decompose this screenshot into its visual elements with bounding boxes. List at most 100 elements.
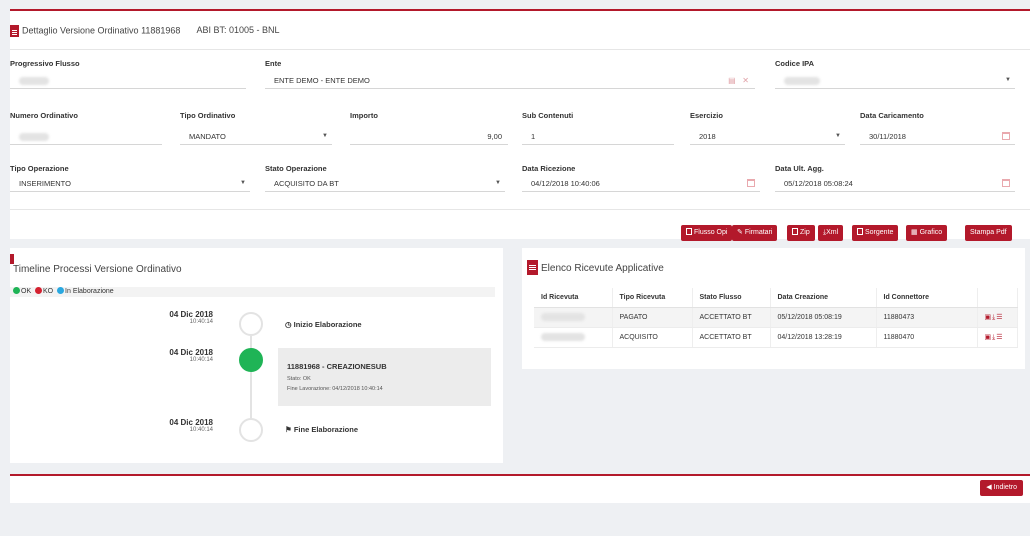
timeline-node-ok [239, 348, 263, 372]
numero-ordinativo-label: Numero Ordinativo [10, 111, 78, 120]
timeline-node [239, 312, 263, 336]
calendar-icon[interactable] [747, 179, 755, 187]
clear-icon[interactable]: ▤ ✕ [728, 72, 749, 89]
column-header: Id Ricevuta [534, 288, 613, 308]
stato-operazione-value: ACQUISITO DA BT [274, 179, 339, 188]
calendar-icon[interactable] [1002, 132, 1010, 140]
file-icon[interactable]: ▣ [985, 314, 993, 321]
tipo-ordinativo-label: Tipo Ordinativo [180, 111, 236, 120]
xml-button[interactable]: ⤓Xml [818, 225, 844, 241]
time-text: 10:40:14 [189, 427, 213, 433]
sub-contenuti-field[interactable]: 1 [522, 128, 674, 145]
data-ult-agg-value: 05/12/2018 05:08:24 [784, 179, 853, 188]
flag-icon: ⚑ [285, 425, 292, 434]
data-caricamento-field[interactable]: 30/11/2018 [860, 128, 1015, 145]
numero-ordinativo-field[interactable] [10, 128, 162, 145]
sub-contenuti-label: Sub Contenuti [522, 111, 574, 120]
timeline-step-box: 11881968 - CREAZIONESUB Stato: OK Fine L… [278, 348, 491, 406]
stampa-pdf-label: Stampa Pdf [970, 229, 1007, 236]
date-text: 04 Dic 2018 [169, 310, 213, 319]
grafico-button[interactable]: ▦ Grafico [906, 225, 948, 241]
zip-label: Zip [800, 229, 810, 236]
tipo-cell: ACQUISITO [612, 327, 693, 348]
list-icon[interactable]: ☰ [996, 334, 1003, 341]
column-header: Tipo Ricevuta [612, 288, 693, 308]
connettore-cell: 11880473 [876, 307, 978, 328]
connettore-cell: 11880470 [876, 327, 978, 348]
legend-ko: KO [43, 288, 54, 295]
timeline-title: Timeline Processi Versione Ordinativo [13, 264, 182, 275]
divider [10, 49, 1030, 50]
progressivo-flusso-field[interactable] [10, 72, 246, 89]
zip-button[interactable]: Zip [787, 225, 815, 241]
tipo-cell: PAGATO [612, 307, 693, 328]
stampa-pdf-button[interactable]: Stampa Pdf [965, 225, 1012, 241]
list-icon[interactable]: ☰ [996, 314, 1003, 321]
legend-ok: OK [21, 288, 32, 295]
back-button[interactable]: ◀ Indietro [980, 480, 1023, 496]
calendar-icon[interactable] [1002, 179, 1010, 187]
file-icon[interactable]: ▣ [985, 334, 993, 341]
step-end: Fine Lavorazione: 04/12/2018 10:40:14 [287, 386, 383, 392]
id-ricevuta-cell [534, 307, 613, 328]
esercizio-select[interactable]: 2018 ▼ [690, 128, 845, 145]
data-ricezione-field[interactable]: 04/12/2018 10:40:06 [522, 175, 760, 192]
receipts-title-text: Elenco Ricevute Applicative [541, 263, 664, 274]
tipo-operazione-select[interactable]: INSERIMENTO ▼ [10, 175, 250, 192]
step-status: Stato: OK [287, 376, 311, 382]
chart-icon: ▦ [911, 229, 918, 236]
file-icon [686, 228, 692, 235]
stato-operazione-label: Stato Operazione [265, 164, 327, 173]
grafico-label: Grafico [919, 229, 943, 236]
title-text: Dettaglio Versione Ordinativo 11881968 [22, 25, 181, 36]
timeline-panel: Timeline Processi Versione Ordinativo OK… [10, 248, 503, 463]
ente-field[interactable]: ENTE DEMO - ENTE DEMO ▤ ✕ [265, 72, 755, 89]
importo-label: Importo [350, 111, 378, 120]
abi-text: ABI BT: 01005 - BNL [196, 25, 280, 36]
stato-operazione-select[interactable]: ACQUISITO DA BT ▼ [265, 175, 505, 192]
firmatari-button[interactable]: ✎ Firmatari [732, 225, 778, 241]
row-actions[interactable]: ▣⤓☰ [977, 327, 1018, 348]
flusso-opi-button[interactable]: Flusso Opi [681, 225, 733, 241]
timeline-date: 04 Dic 2018 10:40:14 [153, 418, 213, 433]
data-ult-agg-label: Data Ult. Agg. [775, 164, 824, 173]
tipo-ordinativo-value: MANDATO [189, 132, 226, 141]
column-header: Data Creazione [770, 288, 877, 308]
timeline-step: ◷ Inizio Elaborazione [285, 320, 362, 329]
stato-cell: ACCETTATO BT [692, 327, 771, 348]
data-cell: 05/12/2018 05:08:19 [770, 307, 877, 328]
data-ult-agg-field[interactable]: 05/12/2018 05:08:24 [775, 175, 1015, 192]
data-cell: 04/12/2018 13:28:19 [770, 327, 877, 348]
ente-label: Ente [265, 59, 282, 68]
codice-ipa-select[interactable]: ▼ [775, 72, 1015, 89]
step-label: Fine Elaborazione [293, 425, 359, 434]
xml-label: Xml [826, 229, 839, 236]
detail-panel: Dettaglio Versione Ordinativo 11881968 AB… [10, 9, 1030, 241]
chevron-down-icon: ▼ [240, 180, 246, 186]
page-title: Dettaglio Versione Ordinativo 11881968 AB… [10, 25, 280, 37]
tipo-ordinativo-select[interactable]: MANDATO ▼ [180, 128, 332, 145]
chevron-down-icon: ▼ [322, 133, 328, 139]
row-actions[interactable]: ▣⤓☰ [977, 307, 1018, 328]
chevron-down-icon: ▼ [835, 133, 841, 139]
receipts-title: Elenco Ricevute Applicative [527, 260, 664, 275]
timeline-node [239, 418, 263, 442]
receipts-table: Id Ricevuta Tipo Ricevuta Stato Flusso D… [534, 288, 1018, 348]
document-icon [527, 260, 538, 275]
column-header: Id Connettore [876, 288, 978, 308]
table-row: ACQUISITO ACCETTATO BT 04/12/2018 13:28:… [534, 327, 1018, 348]
timeline-legend: OK KO In Elaborazione [10, 287, 495, 297]
tipo-operazione-value: INSERIMENTO [19, 179, 71, 188]
in-elab-dot-icon [57, 287, 65, 294]
timeline-date: 04 Dic 2018 10:40:14 [153, 348, 213, 363]
data-caricamento-label: Data Caricamento [860, 111, 924, 120]
sub-contenuti-value: 1 [531, 132, 536, 141]
importo-field[interactable]: 9,00 [350, 128, 508, 145]
time-text: 10:40:14 [189, 357, 213, 363]
chevron-down-icon: ▼ [1005, 77, 1011, 83]
table-row: PAGATO ACCETTATO BT 05/12/2018 05:08:19 … [534, 307, 1018, 328]
sorgente-button[interactable]: Sorgente [852, 225, 899, 241]
tipo-operazione-label: Tipo Operazione [10, 164, 69, 173]
receipts-panel: Elenco Ricevute Applicative Id Ricevuta … [522, 248, 1025, 369]
chevron-down-icon: ▼ [495, 180, 501, 186]
